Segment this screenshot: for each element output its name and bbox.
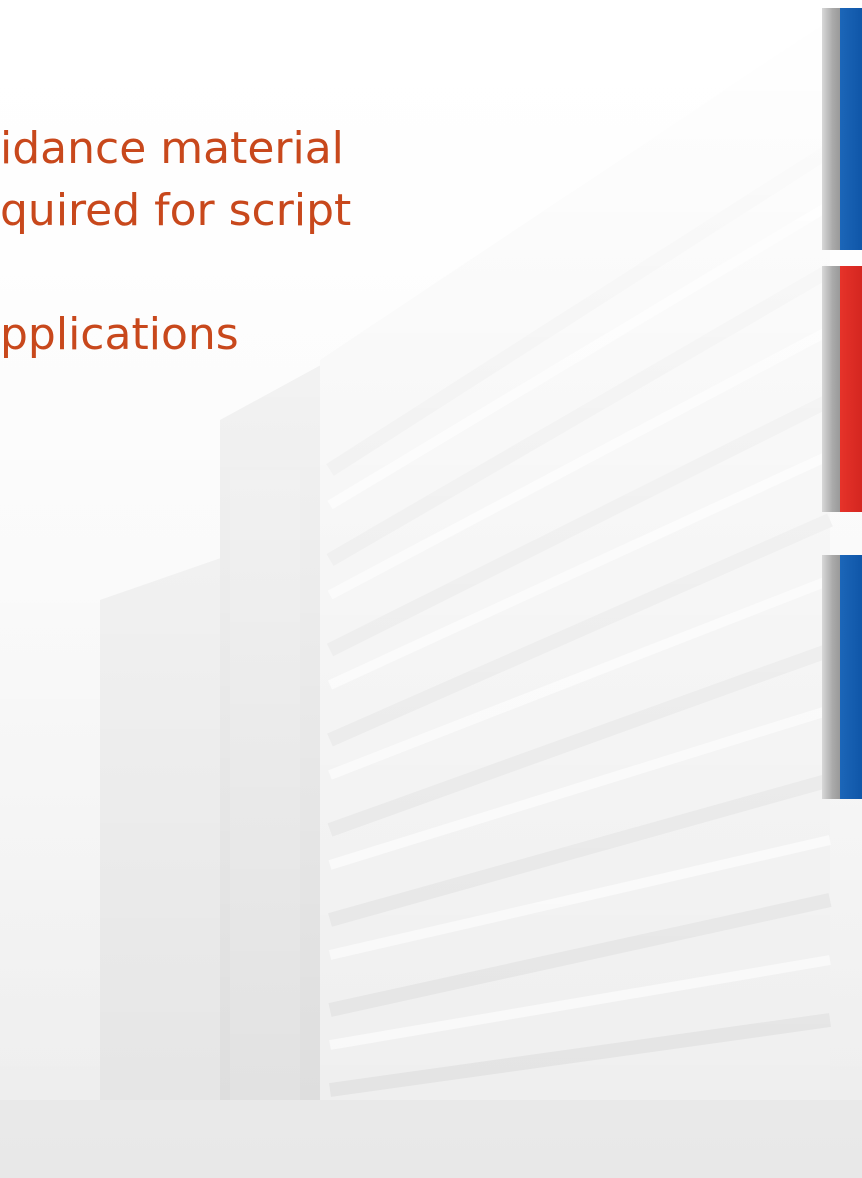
slide: idance material quired for script pplica…	[0, 0, 862, 1178]
body-text-line-1: idance material	[0, 123, 344, 174]
body-text-line-2: quired for script	[0, 185, 352, 236]
body-text: idance material quired for script pplica…	[0, 118, 600, 366]
blue-bar-bottom	[822, 555, 862, 799]
blue-bar-top	[822, 8, 862, 250]
body-text-line-3	[0, 242, 600, 304]
decorative-side-bars	[822, 0, 862, 1178]
red-bar-middle	[822, 266, 862, 512]
body-text-line-4: pplications	[0, 309, 239, 360]
